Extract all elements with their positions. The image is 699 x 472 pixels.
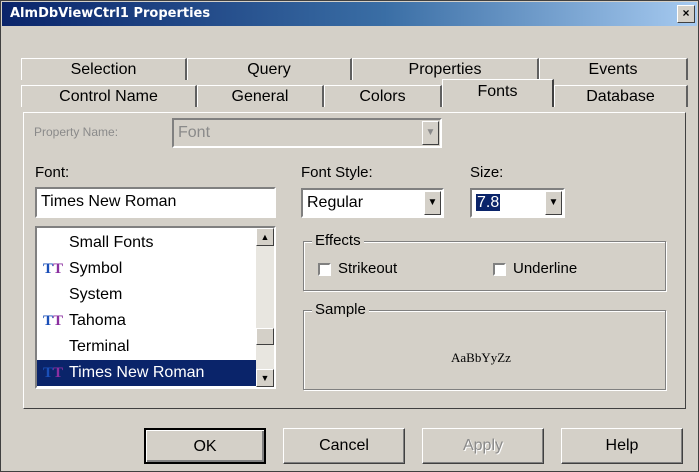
font-style-label: Font Style: bbox=[301, 164, 373, 181]
font-style-select[interactable]: Regular ▼ bbox=[301, 188, 444, 218]
font-list-item-name: Times New Roman bbox=[69, 364, 205, 381]
tab-general[interactable]: General bbox=[197, 85, 324, 107]
title-bar[interactable]: AlmDbViewCtrl1 Properties × bbox=[2, 2, 697, 26]
tab-query[interactable]: Query bbox=[187, 58, 352, 80]
window-title: AlmDbViewCtrl1 Properties bbox=[10, 6, 211, 21]
strikeout-label[interactable]: Strikeout bbox=[338, 260, 397, 277]
font-label: Font: bbox=[35, 164, 70, 181]
chevron-down-icon[interactable]: ▼ bbox=[424, 191, 441, 215]
list-item[interactable]: TT Symbol bbox=[37, 256, 256, 282]
close-icon[interactable]: × bbox=[677, 5, 695, 23]
help-button[interactable]: Help bbox=[561, 428, 683, 464]
list-item[interactable]: TT Tahoma bbox=[37, 308, 256, 334]
ok-button[interactable]: OK bbox=[144, 428, 266, 464]
size-label: Size: bbox=[470, 164, 504, 181]
underline-checkbox[interactable] bbox=[493, 263, 506, 276]
sample-label: Sample bbox=[312, 301, 369, 318]
property-name-select: Font ▼ bbox=[172, 118, 442, 148]
scroll-up-icon[interactable]: ▲ bbox=[256, 228, 274, 246]
sample-text: AaBbYyZz bbox=[451, 350, 511, 365]
properties-dialog: AlmDbViewCtrl1 Properties × Selection Qu… bbox=[0, 0, 699, 472]
scroll-down-icon[interactable]: ▼ bbox=[256, 369, 274, 387]
font-list-item-name: System bbox=[69, 286, 123, 303]
tab-events[interactable]: Events bbox=[539, 58, 688, 80]
tab-fonts[interactable]: Fonts bbox=[442, 79, 554, 107]
truetype-icon: TT bbox=[43, 365, 64, 381]
apply-button[interactable]: Apply bbox=[422, 428, 544, 464]
font-input[interactable]: Times New Roman bbox=[35, 187, 276, 218]
size-value: 7.8 bbox=[476, 194, 501, 211]
tab-control-name[interactable]: Control Name bbox=[21, 85, 197, 107]
effects-group: Effects Strikeout Underline bbox=[303, 232, 666, 291]
size-select[interactable]: 7.8 ▼ bbox=[470, 188, 565, 218]
truetype-icon: TT bbox=[43, 261, 64, 277]
list-item[interactable]: System bbox=[37, 282, 256, 308]
font-list-item-name: Symbol bbox=[69, 260, 123, 277]
scroll-thumb[interactable] bbox=[256, 328, 274, 345]
strikeout-checkbox[interactable] bbox=[318, 263, 331, 276]
list-item[interactable]: Small Fonts bbox=[37, 230, 256, 256]
effects-label: Effects bbox=[312, 232, 364, 249]
font-list[interactable]: Small Fonts TT Symbol System TT Tahoma T… bbox=[35, 226, 276, 389]
chevron-down-icon[interactable]: ▼ bbox=[545, 191, 562, 215]
font-list-item-name: Tahoma bbox=[69, 312, 126, 329]
list-item-selected[interactable]: TT Times New Roman bbox=[37, 360, 256, 386]
font-list-item-name: Small Fonts bbox=[69, 234, 154, 251]
cancel-button[interactable]: Cancel bbox=[283, 428, 405, 464]
truetype-icon: TT bbox=[43, 313, 64, 329]
chevron-down-icon: ▼ bbox=[422, 121, 439, 145]
property-name-value: Font bbox=[178, 124, 211, 141]
list-item[interactable]: Terminal bbox=[37, 334, 256, 360]
tab-colors[interactable]: Colors bbox=[324, 85, 442, 107]
tab-properties[interactable]: Properties bbox=[352, 58, 539, 80]
property-name-label: Property Name: bbox=[34, 125, 119, 139]
font-list-item-name: Terminal bbox=[69, 338, 130, 355]
sample-group: Sample AaBbYyZz bbox=[303, 301, 666, 390]
font-value: Times New Roman bbox=[41, 193, 177, 210]
tab-selection[interactable]: Selection bbox=[21, 58, 187, 80]
tab-database[interactable]: Database bbox=[554, 85, 688, 107]
underline-label[interactable]: Underline bbox=[513, 260, 577, 277]
font-style-value: Regular bbox=[307, 194, 364, 211]
font-list-scrollbar[interactable]: ▲ ▼ bbox=[256, 228, 274, 387]
